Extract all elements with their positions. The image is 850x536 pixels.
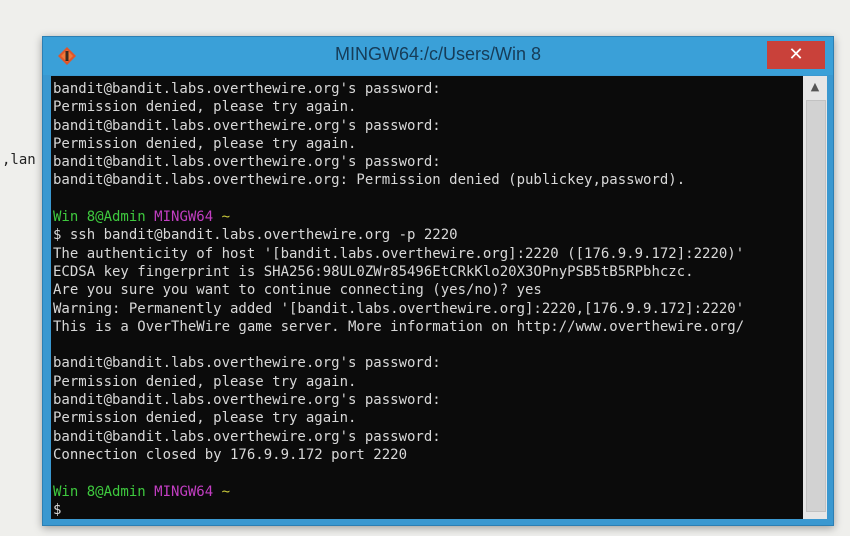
terminal-text: bandit@bandit.labs.overthewire.org's pas…	[53, 117, 441, 134]
terminal-text: bandit@bandit.labs.overthewire.org's pas…	[53, 81, 441, 97]
terminal-text: The authenticity of host '[bandit.labs.o…	[53, 245, 745, 262]
terminal-text: bandit@bandit.labs.overthewire.org: Perm…	[53, 172, 686, 189]
prompt-segment: MINGW64	[154, 209, 222, 226]
terminal-line: The authenticity of host '[bandit.labs.o…	[53, 245, 744, 263]
terminal-text: Permission denied, please try again.	[53, 410, 357, 427]
terminal-line: bandit@bandit.labs.overthewire.org's pas…	[53, 153, 744, 171]
terminal-line: Win 8@Admin MINGW64 ~	[53, 483, 744, 501]
terminal-text: bandit@bandit.labs.overthewire.org's pas…	[53, 154, 441, 171]
terminal-text: $	[53, 501, 62, 518]
terminal-lines: bandit@bandit.labs.overthewire.org's pas…	[53, 80, 744, 519]
terminal-line: bandit@bandit.labs.overthewire.org's pas…	[53, 391, 744, 409]
terminal-line: Permission denied, please try again.	[53, 373, 744, 391]
terminal-line: Permission denied, please try again.	[53, 98, 744, 116]
terminal-window: MINGW64:/c/Users/Win 8 ✕ bandit@bandit.l…	[42, 36, 834, 526]
prompt-segment: MINGW64	[154, 483, 222, 500]
terminal-text: Warning: Permanently added '[bandit.labs…	[53, 300, 745, 317]
terminal-output[interactable]: bandit@bandit.labs.overthewire.org's pas…	[51, 76, 803, 519]
terminal-text: ECDSA key fingerprint is SHA256:98UL0ZWr…	[53, 263, 694, 280]
terminal-line: Permission denied, please try again.	[53, 409, 744, 427]
terminal-line: This is a OverTheWire game server. More …	[53, 318, 744, 336]
terminal-text: Are you sure you want to continue connec…	[53, 282, 542, 299]
scroll-up-arrow-icon[interactable]: ▲	[803, 76, 827, 98]
terminal-line: $	[53, 501, 744, 519]
terminal-text: This is a OverTheWire game server. More …	[53, 318, 745, 335]
close-button[interactable]: ✕	[767, 41, 825, 69]
title-bar[interactable]: MINGW64:/c/Users/Win 8 ✕	[43, 37, 833, 75]
prompt-segment: Win 8@Admin	[53, 209, 155, 226]
terminal-text: bandit@bandit.labs.overthewire.org's pas…	[53, 428, 441, 445]
terminal-line: $ ssh bandit@bandit.labs.overthewire.org…	[53, 226, 744, 244]
terminal-line: bandit@bandit.labs.overthewire.org's pas…	[53, 117, 744, 135]
terminal-text: Connection closed by 176.9.9.172 port 22…	[53, 446, 408, 463]
terminal-line: bandit@bandit.labs.overthewire.org's pas…	[53, 354, 744, 372]
vertical-scrollbar[interactable]: ▲	[803, 76, 827, 519]
terminal-line: bandit@bandit.labs.overthewire.org's pas…	[53, 80, 744, 98]
background-document-fragment: ,lan	[2, 152, 36, 168]
terminal-text: $ ssh bandit@bandit.labs.overthewire.org…	[53, 227, 458, 244]
prompt-segment: Win 8@Admin	[53, 483, 155, 500]
terminal-text: Permission denied, please try again.	[53, 99, 357, 116]
terminal-line: ECDSA key fingerprint is SHA256:98UL0ZWr…	[53, 263, 744, 281]
terminal-text: Permission denied, please try again.	[53, 373, 357, 390]
prompt-segment: ~	[221, 483, 231, 500]
terminal-line: bandit@bandit.labs.overthewire.org: Perm…	[53, 171, 744, 189]
terminal-text: bandit@bandit.labs.overthewire.org's pas…	[53, 392, 441, 409]
prompt-segment: ~	[221, 209, 231, 226]
window-title: MINGW64:/c/Users/Win 8	[334, 44, 542, 64]
terminal-line: Are you sure you want to continue connec…	[53, 281, 744, 299]
terminal-text: bandit@bandit.labs.overthewire.org's pas…	[53, 355, 441, 372]
terminal-line: Win 8@Admin MINGW64 ~	[53, 208, 744, 226]
terminal-text: Permission denied, please try again.	[53, 135, 357, 152]
terminal-line: Connection closed by 176.9.9.172 port 22…	[53, 446, 744, 464]
scrollbar-thumb[interactable]	[806, 100, 826, 512]
terminal-line: bandit@bandit.labs.overthewire.org's pas…	[53, 428, 744, 446]
terminal-line: Warning: Permanently added '[bandit.labs…	[53, 300, 744, 318]
terminal-line: Permission denied, please try again.	[53, 135, 744, 153]
